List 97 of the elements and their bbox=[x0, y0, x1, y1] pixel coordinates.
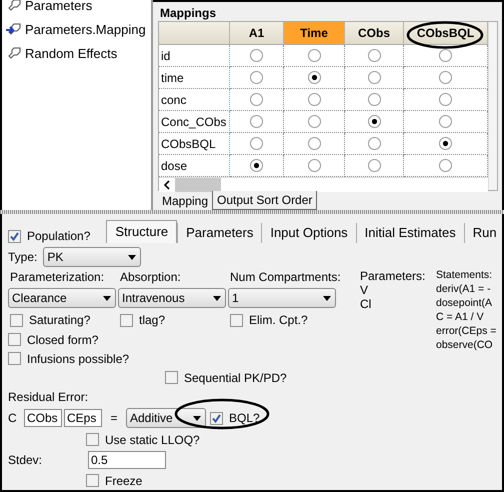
radio-button[interactable] bbox=[308, 137, 320, 150]
statement-line: deriv(A1 = - bbox=[436, 283, 492, 297]
caret-icon bbox=[213, 296, 221, 300]
scroll-left-icon[interactable] bbox=[163, 180, 171, 190]
tree-item[interactable]: Parameters bbox=[25, 0, 92, 13]
checkbox-label: Freeze bbox=[105, 474, 142, 488]
radio-button[interactable] bbox=[439, 71, 452, 84]
variable-label: C bbox=[8, 411, 18, 425]
field-label: Absorption: bbox=[120, 270, 182, 284]
radio-button[interactable] bbox=[250, 159, 263, 172]
parameter-name: V bbox=[360, 283, 370, 297]
column-title: Parameters: bbox=[360, 269, 426, 283]
radio-button[interactable] bbox=[250, 49, 263, 62]
statement-line: C = A1 / V bbox=[436, 311, 485, 325]
radio-button[interactable] bbox=[308, 159, 320, 172]
radio-button[interactable] bbox=[250, 137, 263, 150]
tab[interactable]: Structure bbox=[106, 220, 178, 243]
radio-button[interactable] bbox=[368, 49, 380, 62]
radio-button[interactable] bbox=[368, 115, 380, 128]
scrollbar-thumb[interactable] bbox=[175, 178, 221, 192]
column-header[interactable]: Time bbox=[284, 22, 345, 45]
checkbox[interactable] bbox=[210, 412, 223, 424]
tree-item[interactable]: Parameters.Mapping bbox=[25, 22, 146, 37]
table-cell: time bbox=[159, 67, 230, 89]
radio-button[interactable] bbox=[308, 115, 320, 128]
field-label: Num Compartments: bbox=[230, 270, 342, 284]
radio-button[interactable] bbox=[439, 49, 452, 62]
parameter-name: Cl bbox=[360, 297, 372, 311]
caret-icon bbox=[193, 416, 201, 420]
radio-button[interactable] bbox=[368, 159, 380, 172]
radio-button[interactable] bbox=[368, 137, 380, 150]
statement-line: error(CEps = bbox=[436, 325, 498, 339]
checkbox[interactable] bbox=[86, 433, 99, 446]
radio-button[interactable] bbox=[308, 71, 320, 84]
dropdown[interactable]: Clearance bbox=[8, 288, 116, 308]
statement-line: observe(CO bbox=[436, 339, 494, 353]
radio-button[interactable] bbox=[250, 93, 263, 106]
radio-button[interactable] bbox=[368, 93, 380, 106]
caret-icon bbox=[103, 296, 111, 300]
header-cell bbox=[159, 22, 230, 45]
input-field[interactable]: CObs bbox=[24, 409, 62, 427]
tab[interactable]: Run bbox=[464, 222, 502, 243]
checkbox[interactable] bbox=[8, 230, 21, 243]
radio-button[interactable] bbox=[308, 93, 320, 106]
checkbox[interactable] bbox=[120, 314, 133, 326]
checkbox-label: tlag? bbox=[139, 313, 166, 327]
column-header[interactable]: A1 bbox=[230, 22, 284, 45]
input-field[interactable]: CEps bbox=[64, 409, 102, 427]
checkbox-label: Sequential PK/PD? bbox=[184, 370, 287, 384]
equals-sign: = bbox=[109, 411, 118, 425]
radio-button[interactable] bbox=[368, 71, 380, 84]
radio-button[interactable] bbox=[439, 159, 452, 172]
column-title: Statements: bbox=[436, 269, 494, 283]
tab[interactable]: Initial Estimates bbox=[356, 222, 464, 243]
radio-button[interactable] bbox=[250, 115, 263, 128]
checkbox[interactable] bbox=[8, 352, 21, 365]
checkbox-label: Infusions possible? bbox=[27, 352, 130, 366]
caret-icon bbox=[128, 254, 136, 260]
dropdown[interactable]: PK bbox=[43, 247, 142, 268]
checkbox[interactable] bbox=[165, 371, 178, 384]
section-title: Mappings bbox=[159, 6, 217, 21]
radio-button[interactable] bbox=[439, 115, 452, 128]
tab[interactable]: Input Options bbox=[261, 222, 356, 243]
caret-icon bbox=[323, 296, 331, 300]
horizontal-scrollbar[interactable] bbox=[159, 177, 488, 192]
checkbox[interactable] bbox=[10, 314, 23, 326]
radio-button[interactable] bbox=[308, 49, 320, 62]
vertical-scrollbar[interactable] bbox=[488, 22, 497, 190]
dropdown[interactable]: Additive bbox=[126, 408, 206, 428]
radio-button[interactable] bbox=[439, 137, 452, 150]
statement-line: dosepoint(A bbox=[436, 297, 494, 311]
radio-button[interactable] bbox=[250, 71, 263, 84]
table-cell: CObsBQL bbox=[159, 133, 230, 155]
tab[interactable]: Output Sort Order bbox=[212, 191, 318, 210]
field-label: Parameterization: bbox=[10, 270, 106, 284]
checkbox[interactable] bbox=[8, 333, 21, 346]
table-cell: Conc_CObs bbox=[159, 111, 230, 133]
checkbox[interactable] bbox=[86, 474, 99, 487]
dropdown[interactable]: Intravenous bbox=[118, 288, 226, 308]
field-label: Stdev: bbox=[8, 453, 44, 467]
checkbox-label: Closed form? bbox=[27, 332, 98, 346]
checkbox-label: Population? bbox=[27, 228, 90, 243]
checkbox[interactable] bbox=[230, 314, 243, 326]
column-header[interactable]: CObs bbox=[345, 22, 404, 45]
table-cell: id bbox=[159, 45, 230, 67]
table-cell: conc bbox=[159, 89, 230, 111]
radio-button[interactable] bbox=[439, 93, 452, 106]
tree-item[interactable]: Random Effects bbox=[25, 46, 118, 61]
checkbox-label: Use static LLOQ? bbox=[105, 432, 200, 446]
checkbox-label: Elim. Cpt.? bbox=[249, 313, 308, 327]
dropdown[interactable]: 1 bbox=[228, 288, 336, 308]
checkbox-label: BQL? bbox=[229, 411, 260, 425]
field-label: Type: bbox=[8, 250, 38, 264]
tab[interactable]: Parameters bbox=[177, 222, 262, 243]
section-label: Residual Error: bbox=[8, 390, 88, 404]
checkbox-label: Saturating? bbox=[29, 313, 90, 327]
input-field[interactable]: 0.5 bbox=[88, 451, 166, 469]
